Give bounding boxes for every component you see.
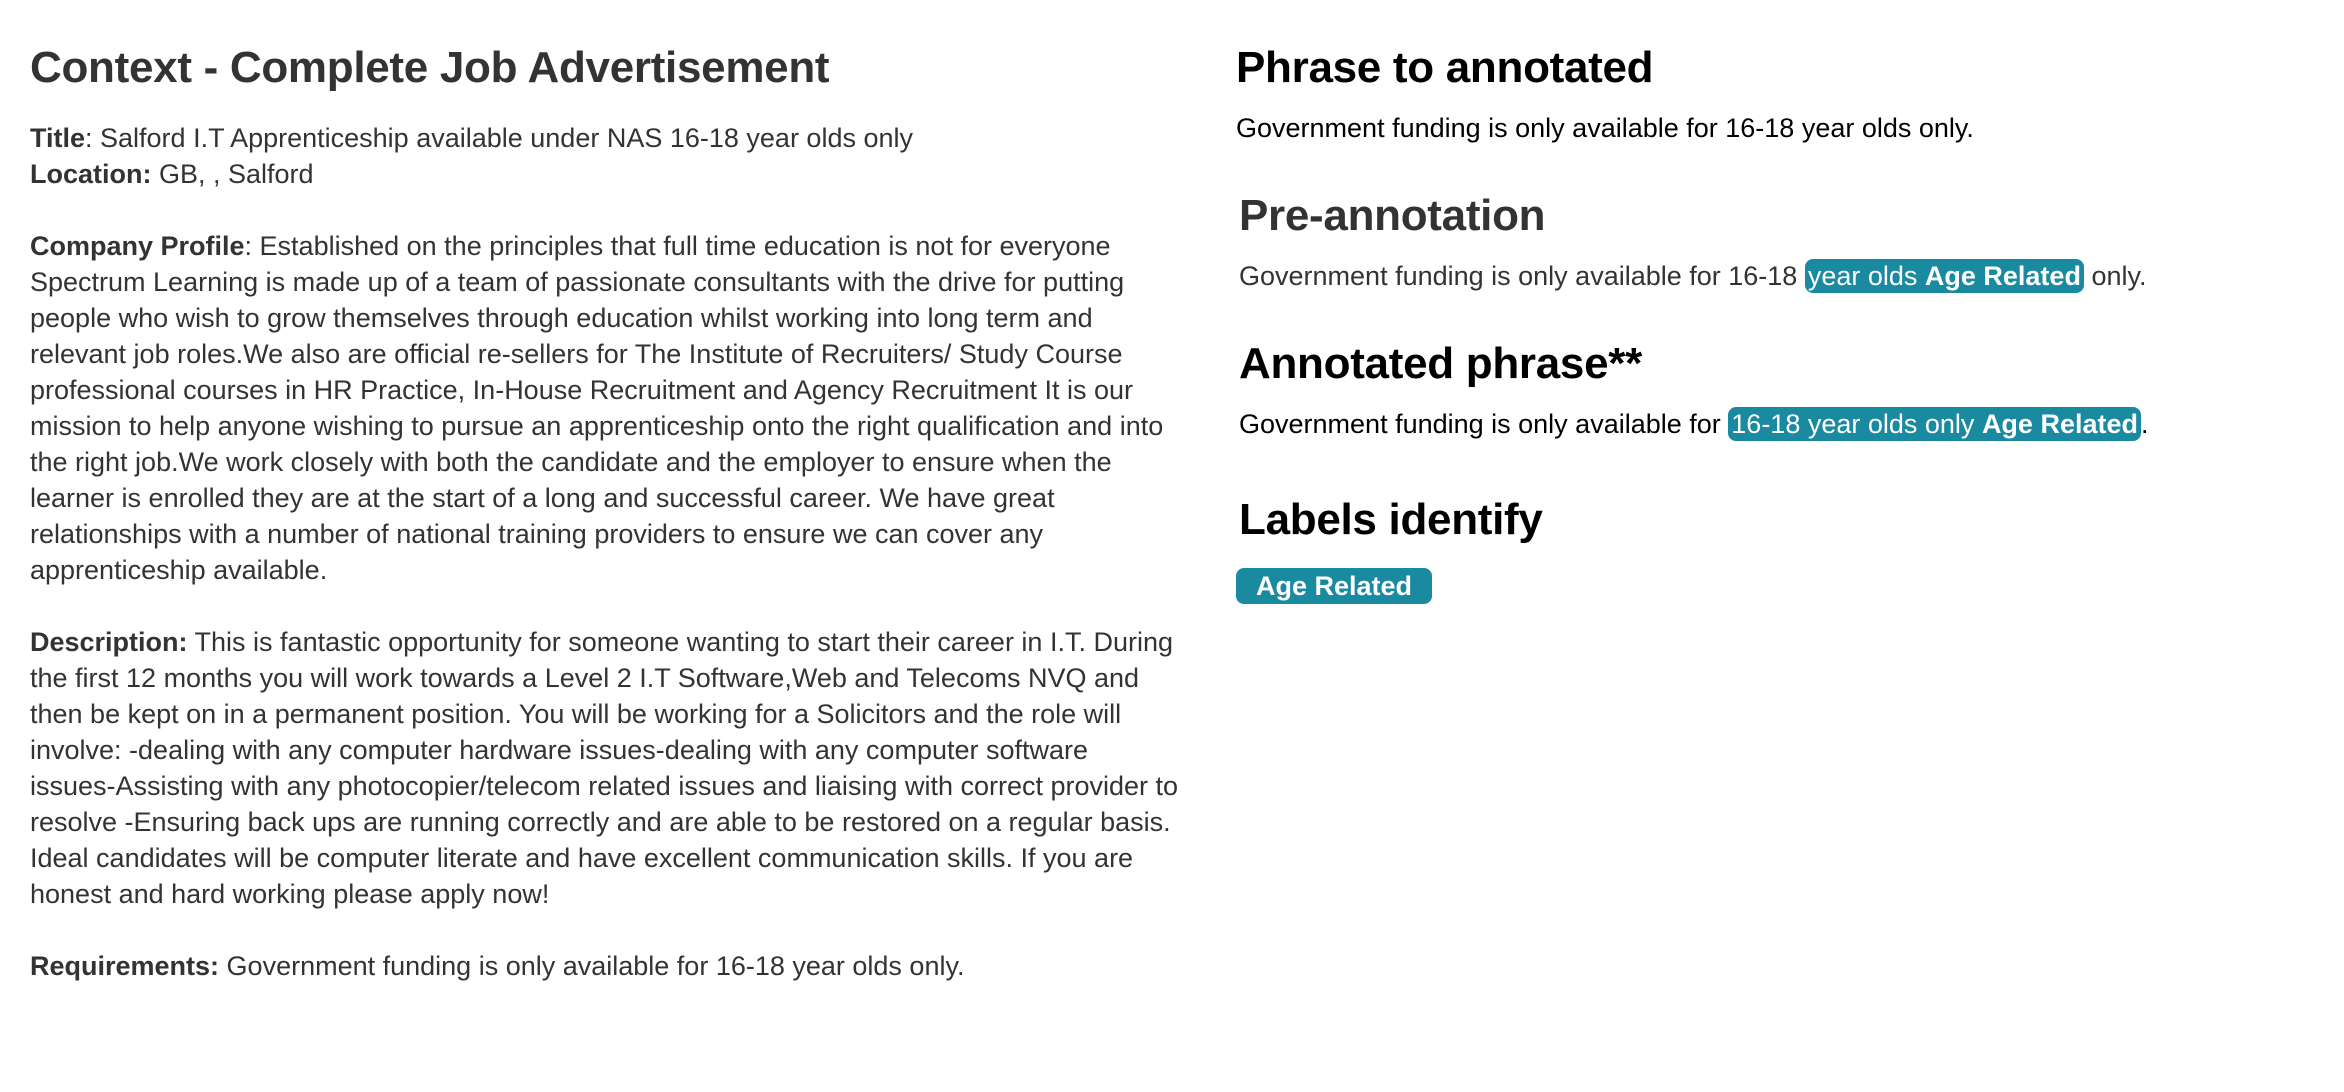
annotation-page: Context - Complete Job Advertisement Tit… [0,0,2344,1092]
pre-annotation-heading: Pre-annotation [1239,191,1546,240]
annotated-after: . [2140,409,2149,439]
pre-annotation-span-text: year olds [1807,261,1925,291]
pre-annotation-before: Government funding is only available for… [1239,261,1805,291]
phrase-text: Government funding is only available for… [1236,113,1974,143]
title-value: : Salford I.T Apprenticeship available u… [85,123,913,153]
description: Description: This is fantastic opportuni… [30,624,1180,912]
title-line: Title: Salford I.T Apprenticeship availa… [30,120,1180,156]
requirements-value: Government funding is only available for… [219,951,965,981]
annotated-span[interactable]: 16-18 year olds only Age Related [1728,407,2141,441]
pre-annotation-span[interactable]: year olds Age Related [1804,259,2084,293]
requirements-label: Requirements: [30,951,220,981]
annotated-span-text: 16-18 year olds only [1731,409,1982,439]
labels-heading: Labels identify [1239,495,1543,544]
location-value: GB, , Salford [151,159,314,189]
annotated-before: Government funding is only available for [1239,409,1729,439]
location-label: Location: [30,159,152,189]
company-profile-value: : Established on the principles that ful… [30,231,1164,585]
labels-list: Age Related [1236,568,2316,604]
title-label: Title [30,123,86,153]
annotation-panel: Phrase to annotated Government funding i… [1236,38,2316,604]
pre-annotation-text: Government funding is only available for… [1239,258,2316,294]
phrase-heading: Phrase to annotated [1236,43,1654,92]
label-chip-age-related[interactable]: Age Related [1236,568,1433,604]
description-label: Description: [30,627,188,657]
annotated-phrase-heading: Annotated phrase** [1239,339,1642,388]
company-profile-label: Company Profile [30,231,245,261]
location-line: Location: GB, , Salford [30,156,1180,192]
annotated-span-label: Age Related [1981,409,2138,439]
pre-annotation-span-label: Age Related [1924,261,2081,291]
context-panel: Context - Complete Job Advertisement Tit… [30,38,1180,984]
pre-annotation-after: only. [2083,261,2147,291]
description-value: This is fantastic opportunity for someon… [30,627,1179,909]
context-heading: Context - Complete Job Advertisement [30,43,830,92]
annotated-phrase-text: Government funding is only available for… [1239,406,2316,442]
requirements: Requirements: Government funding is only… [30,948,1180,984]
company-profile: Company Profile: Established on the prin… [30,228,1180,588]
